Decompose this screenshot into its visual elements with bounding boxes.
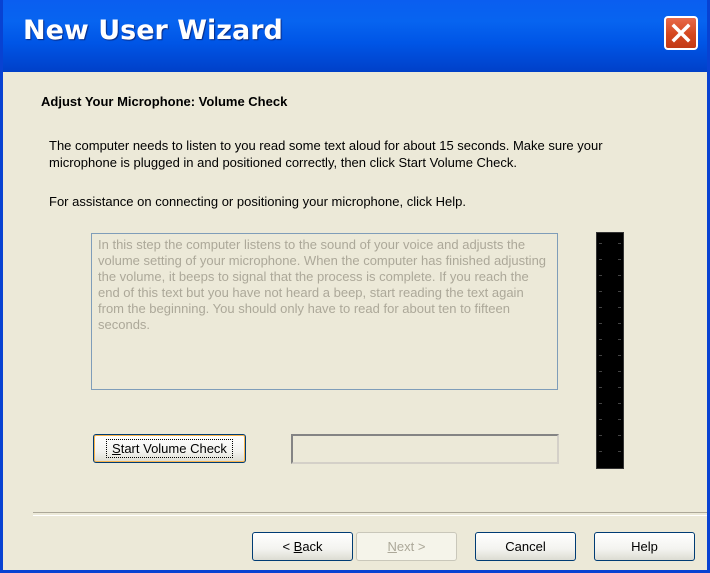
start-volume-check-label: Start Volume Check <box>106 439 233 458</box>
volume-progress-bar <box>291 434 559 464</box>
help-hint-text: For assistance on connecting or position… <box>49 194 466 209</box>
title-bar[interactable]: New User Wizard <box>3 0 707 72</box>
meter-tick <box>618 355 621 356</box>
footer-divider <box>33 512 707 516</box>
meter-tick <box>618 339 621 340</box>
meter-tick <box>618 323 621 324</box>
reading-text-box: In this step the computer listens to the… <box>91 233 558 390</box>
back-button[interactable]: < Back <box>252 532 353 561</box>
meter-tick <box>618 291 621 292</box>
meter-tick <box>599 259 602 260</box>
meter-tick <box>599 339 602 340</box>
wizard-body: Adjust Your Microphone: Volume Check The… <box>3 72 707 570</box>
meter-tick <box>618 259 621 260</box>
meter-tick <box>618 435 621 436</box>
meter-tick <box>599 451 602 452</box>
close-button[interactable] <box>664 16 698 50</box>
volume-meter <box>596 232 624 469</box>
help-button[interactable]: Help <box>594 532 695 561</box>
meter-tick <box>618 403 621 404</box>
close-icon <box>671 23 691 43</box>
cancel-button[interactable]: Cancel <box>475 532 576 561</box>
meter-tick <box>599 275 602 276</box>
meter-tick <box>618 419 621 420</box>
instruction-text: The computer needs to listen to you read… <box>49 138 603 170</box>
page-heading: Adjust Your Microphone: Volume Check <box>41 94 288 109</box>
meter-tick <box>618 243 621 244</box>
meter-tick <box>618 387 621 388</box>
meter-tick <box>599 243 602 244</box>
meter-tick <box>599 323 602 324</box>
meter-tick <box>599 371 602 372</box>
meter-tick <box>618 307 621 308</box>
meter-tick <box>599 419 602 420</box>
meter-tick <box>599 387 602 388</box>
meter-tick <box>599 307 602 308</box>
next-button[interactable]: Next > <box>356 532 457 561</box>
wizard-window: New User Wizard Adjust Your Microphone: … <box>0 0 710 573</box>
start-volume-check-button[interactable]: Start Volume Check <box>93 434 246 463</box>
meter-tick <box>599 435 602 436</box>
meter-tick <box>618 371 621 372</box>
window-title: New User Wizard <box>23 15 283 46</box>
meter-tick <box>599 403 602 404</box>
meter-tick <box>618 275 621 276</box>
meter-tick <box>599 355 602 356</box>
meter-tick <box>599 291 602 292</box>
meter-tick <box>618 451 621 452</box>
